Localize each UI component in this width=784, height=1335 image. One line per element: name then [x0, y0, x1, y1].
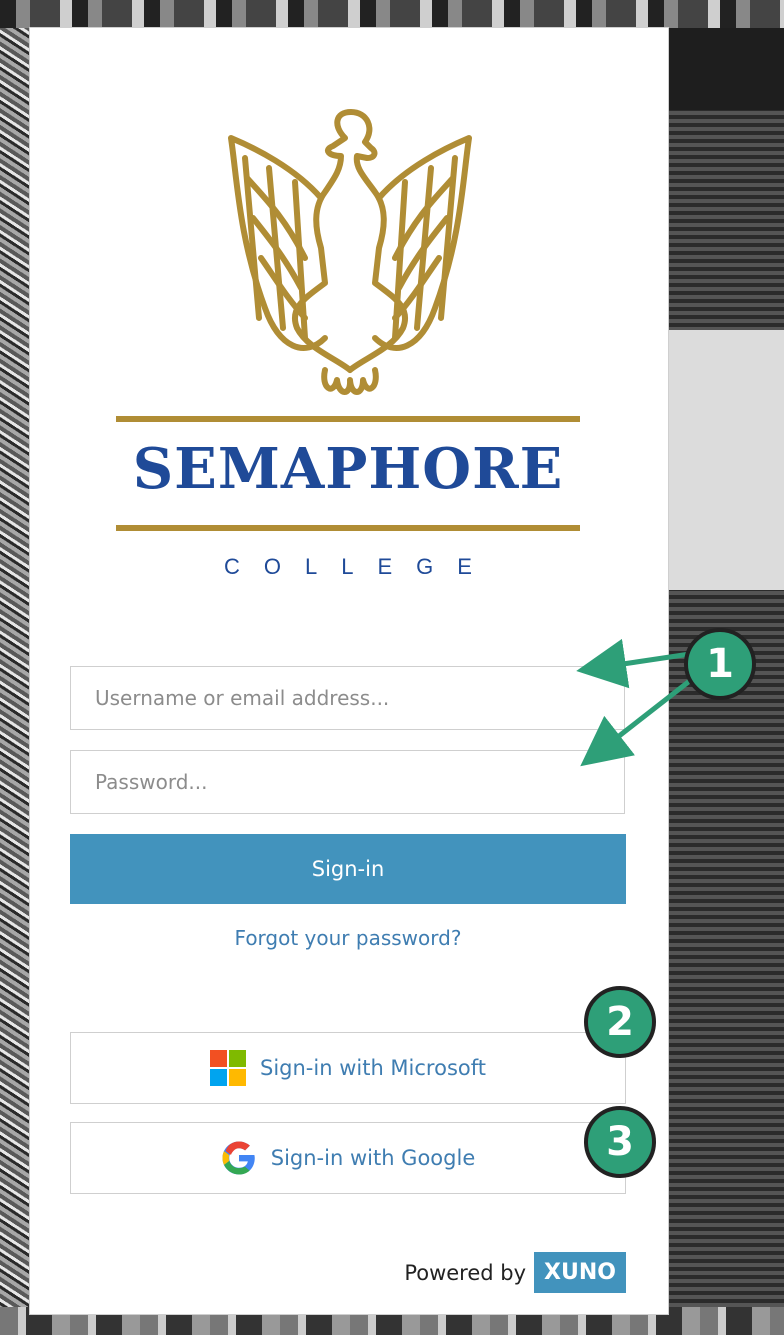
annotation-badge-2: 2 [584, 986, 656, 1058]
xuno-logo[interactable]: XUNO [534, 1252, 626, 1293]
logo-rule-bottom [116, 525, 580, 531]
google-icon [222, 1141, 255, 1175]
signin-button[interactable]: Sign-in [70, 834, 626, 904]
brand-subtitle: COLLEGE [224, 554, 496, 579]
annotation-badge-3: 3 [584, 1106, 656, 1178]
microsoft-icon [210, 1050, 246, 1086]
password-input[interactable] [71, 751, 624, 813]
brand-name: SEMAPHORE [132, 436, 564, 502]
forgot-password-link[interactable]: Forgot your password? [70, 926, 626, 950]
background-top [0, 0, 784, 28]
powered-by: Powered by XUNO [404, 1252, 626, 1293]
signin-microsoft-button[interactable]: Sign-in with Microsoft [70, 1032, 626, 1104]
microsoft-label: Sign-in with Microsoft [260, 1056, 486, 1080]
google-label: Sign-in with Google [270, 1146, 476, 1170]
eagle-logo-icon [228, 109, 472, 395]
background-left [0, 0, 30, 1335]
username-input[interactable] [71, 667, 624, 729]
password-field[interactable] [70, 750, 625, 814]
powered-by-text: Powered by [404, 1260, 527, 1285]
logo-rule-top [116, 416, 580, 422]
login-card: SEMAPHORE COLLEGE Sign-in Forgot your pa… [30, 28, 668, 1314]
signin-google-button[interactable]: Sign-in with Google [70, 1122, 626, 1194]
annotation-badge-1: 1 [684, 628, 756, 700]
username-field[interactable] [70, 666, 625, 730]
